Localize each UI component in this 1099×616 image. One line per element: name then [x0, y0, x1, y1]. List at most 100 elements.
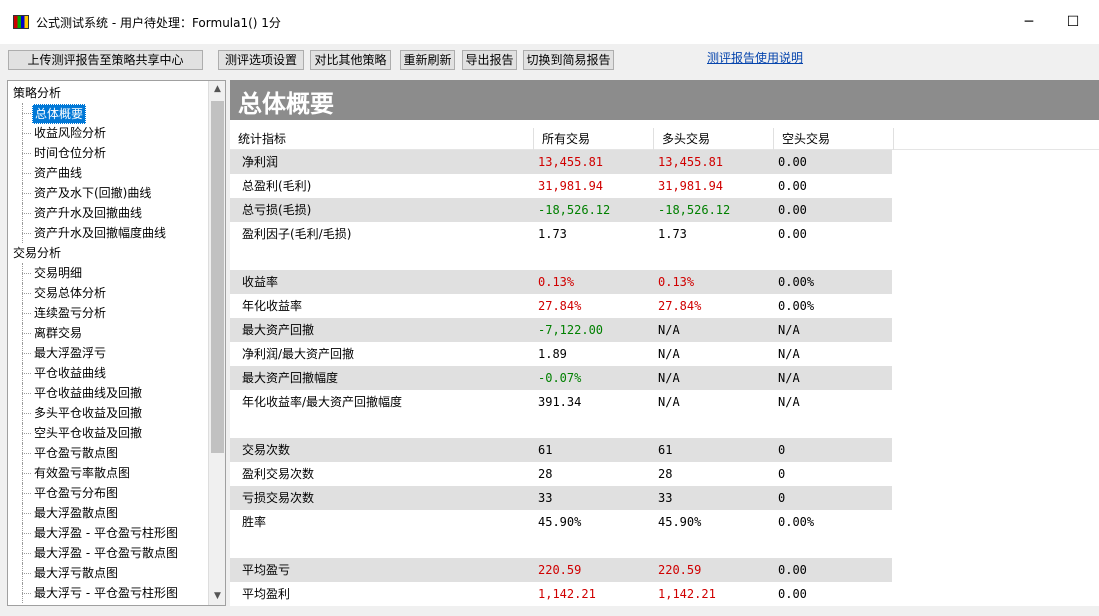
column-header[interactable]: 统计指标: [230, 128, 534, 150]
tree-item[interactable]: 资产曲线: [8, 163, 208, 183]
tree-item[interactable]: 最大浮盈浮亏: [8, 343, 208, 363]
metric-value: -18,526.12: [658, 203, 731, 217]
tree-item-label: 交易明细: [34, 266, 83, 280]
metric-value: 1.73: [658, 227, 687, 241]
metric-label: 净利润: [242, 155, 279, 169]
tree-item-label: 最大浮盈 - 平仓盈亏散点图: [34, 546, 178, 560]
tree-item[interactable]: 最大浮盈 - 平仓盈亏散点图: [8, 543, 208, 563]
metric-value: 31,981.94: [658, 179, 724, 193]
metric-value: 45.90%: [658, 515, 702, 529]
metric-value: N/A: [778, 323, 800, 337]
tree-scrollbar[interactable]: ▲ ▼: [208, 81, 225, 605]
metric-value: 0.13%: [538, 275, 575, 289]
tree-connector: [22, 143, 32, 163]
table-row: 年化收益率 27.84% 27.84% 0.00%: [230, 294, 892, 318]
metric-value: -18,526.12: [538, 203, 611, 217]
compare-strategy-button[interactable]: 对比其他策略: [310, 50, 391, 70]
tree-item-label: 最大浮盈 - 平仓盈亏柱形图: [34, 526, 178, 540]
tree-item[interactable]: 平仓收益曲线及回撤: [8, 383, 208, 403]
scroll-thumb[interactable]: [211, 101, 224, 453]
tree-connector: [22, 283, 32, 303]
toolbar: 上传测评报告至策略共享中心 测评选项设置 对比其他策略 重新刷新 导出报告 切换…: [0, 44, 1099, 76]
tree-item[interactable]: 平仓盈亏散点图: [8, 443, 208, 463]
metric-value: 0.00: [778, 179, 807, 193]
metric-value: 0.00: [778, 563, 807, 577]
metric-label: 亏损交易次数: [242, 491, 315, 505]
tree-item[interactable]: 平仓收益曲线: [8, 363, 208, 383]
tree-group-label: 交易分析: [13, 246, 62, 260]
tree-item-label: 资产升水及回撤曲线: [34, 206, 143, 220]
metric-value: -0.07%: [538, 371, 582, 385]
test-options-button[interactable]: 测评选项设置: [218, 50, 304, 70]
tree-item[interactable]: 最大浮盈 - 平仓盈亏柱形图: [8, 523, 208, 543]
tree-item[interactable]: 空头平仓收益及回撤: [8, 423, 208, 443]
metric-label: 盈利交易次数: [242, 467, 315, 481]
tree-item[interactable]: 交易明细: [8, 263, 208, 283]
metric-value: 33: [658, 491, 673, 505]
help-link[interactable]: 测评报告使用说明: [707, 49, 803, 66]
tree-item[interactable]: 资产升水及回撤曲线: [8, 203, 208, 223]
tree-connector: [22, 563, 32, 583]
column-header[interactable]: 多头交易: [654, 128, 774, 150]
tree-item[interactable]: 有效盈亏率散点图: [8, 463, 208, 483]
metric-value: 220.59: [538, 563, 582, 577]
column-header[interactable]: 空头交易: [774, 128, 894, 150]
metric-value: N/A: [778, 371, 800, 385]
tree-item-label: 平仓盈亏散点图: [34, 446, 119, 460]
metric-value: -7,122.00: [538, 323, 604, 337]
tree-connector: [22, 183, 32, 203]
tree-item[interactable]: 总体概要: [8, 103, 208, 124]
metric-value: 61: [538, 443, 553, 457]
column-header[interactable]: 所有交易: [534, 128, 654, 150]
tree-item-label: 资产及水下(回撤)曲线: [34, 186, 152, 200]
upload-report-button[interactable]: 上传测评报告至策略共享中心: [8, 50, 203, 70]
tree-item[interactable]: 时间仓位分析: [8, 143, 208, 163]
refresh-button[interactable]: 重新刷新: [400, 50, 455, 70]
metric-value: 13,455.81: [538, 155, 604, 169]
section-title: 总体概要: [238, 89, 334, 118]
metric-label: 最大资产回撤幅度: [242, 371, 339, 385]
app-icon: [13, 15, 29, 29]
tree-item[interactable]: 离群交易: [8, 323, 208, 343]
scroll-up-icon[interactable]: ▲: [209, 81, 225, 98]
tree-connector: [22, 343, 32, 363]
tree-item[interactable]: 最大浮亏散点图: [8, 563, 208, 583]
navigation-tree: 策略分析 总体概要 收益风险分析 时间仓位分析 资产曲线 资产及水下(回撤)曲线 资产升水及…: [7, 80, 226, 606]
tree-item[interactable]: 平仓盈亏分布图: [8, 483, 208, 503]
export-report-button[interactable]: 导出报告: [462, 50, 517, 70]
tree-item[interactable]: 资产及水下(回撤)曲线: [8, 183, 208, 203]
tree-connector: [22, 223, 32, 243]
metric-value: 13,455.81: [658, 155, 724, 169]
scroll-down-icon[interactable]: ▼: [209, 588, 225, 605]
tree-item[interactable]: 连续盈亏分析: [8, 303, 208, 323]
window-title: 公式测试系统 - 用户待处理：Formula1() 1分: [36, 16, 281, 30]
metric-value: 0.00%: [778, 515, 815, 529]
metric-label: 收益率: [242, 275, 279, 289]
table-row: [230, 414, 892, 438]
tree-connector: [22, 483, 32, 503]
tree-item-label: 交易总体分析: [34, 286, 107, 300]
maximize-button[interactable]: ☐: [1060, 10, 1086, 34]
tree-item[interactable]: 资产升水及回撤幅度曲线: [8, 223, 208, 243]
tree-connector: [22, 203, 32, 223]
metric-value: 1.73: [538, 227, 567, 241]
tree-item[interactable]: 收益风险分析: [8, 123, 208, 143]
metric-value: 220.59: [658, 563, 702, 577]
metric-value: 28: [658, 467, 673, 481]
switch-simple-report-button[interactable]: 切换到简易报告: [523, 50, 614, 70]
metric-value: 31,981.94: [538, 179, 604, 193]
table-header: 统计指标 所有交易 多头交易 空头交易: [230, 128, 1099, 150]
metric-value: 28: [538, 467, 553, 481]
table-row: 收益率 0.13% 0.13% 0.00%: [230, 270, 892, 294]
tree-item[interactable]: 最大浮盈散点图: [8, 503, 208, 523]
tree-item[interactable]: 最大浮亏 - 平仓盈亏柱形图: [8, 583, 208, 603]
metric-value: N/A: [778, 347, 800, 361]
tree-item-label: 最大浮亏 - 平仓盈亏柱形图: [34, 586, 178, 600]
minimize-button[interactable]: ─: [1016, 10, 1042, 34]
table-row: 净利润 13,455.81 13,455.81 0.00: [230, 150, 892, 174]
tree-item[interactable]: 多头平仓收益及回撤: [8, 403, 208, 423]
tree-item[interactable]: 交易总体分析: [8, 283, 208, 303]
tree-item-label: 最大浮盈浮亏: [34, 346, 107, 360]
tree-item-label: 平仓收益曲线及回撤: [34, 386, 143, 400]
metric-label: 平均盈亏: [242, 563, 291, 577]
